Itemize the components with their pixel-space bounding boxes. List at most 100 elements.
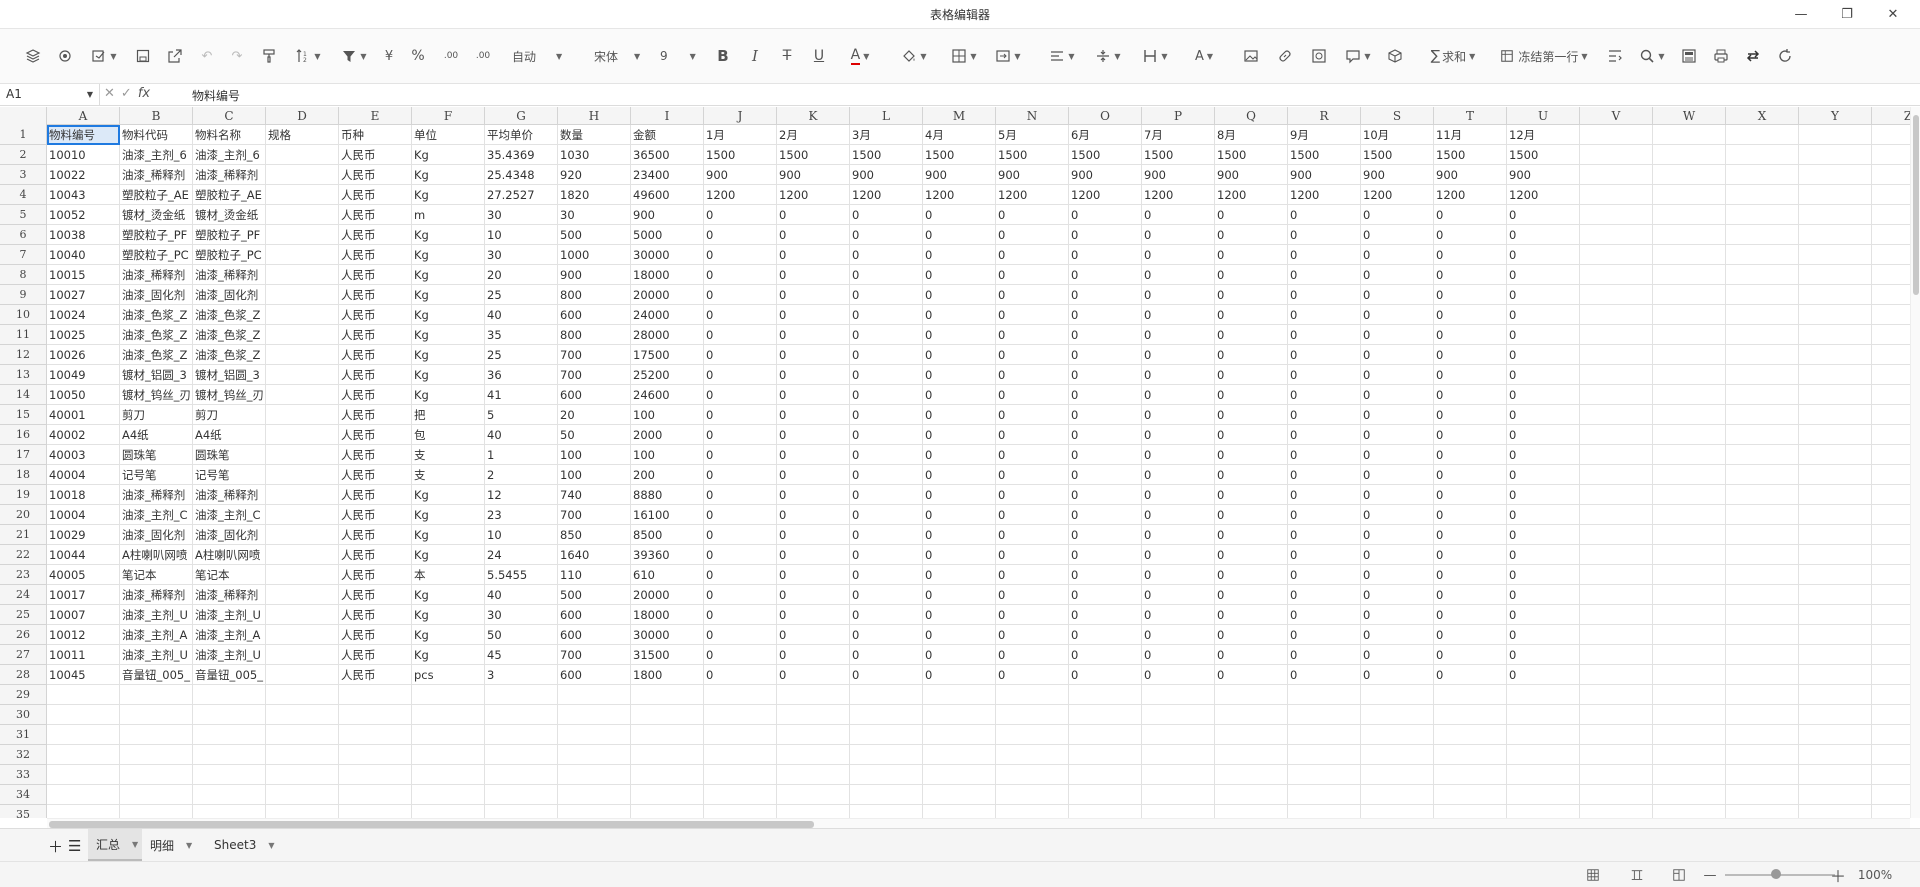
cell[interactable]: 0	[1361, 285, 1434, 305]
cell[interactable]	[1653, 165, 1726, 185]
cell[interactable]: 9月	[1288, 125, 1361, 145]
cell[interactable]	[704, 745, 777, 765]
cell[interactable]	[558, 685, 631, 705]
cell[interactable]: 0	[1507, 465, 1580, 485]
cell[interactable]: 30	[485, 205, 558, 225]
cell[interactable]: 0	[1288, 565, 1361, 585]
cell[interactable]: 500	[558, 585, 631, 605]
cell[interactable]	[996, 745, 1069, 765]
cell[interactable]	[1726, 165, 1799, 185]
cell[interactable]: 0	[850, 345, 923, 365]
cell[interactable]: 0	[1069, 285, 1142, 305]
cell[interactable]: 31500	[631, 645, 704, 665]
cell[interactable]: 0	[704, 485, 777, 505]
cell[interactable]: 0	[1507, 665, 1580, 685]
cell[interactable]: 0	[1142, 245, 1215, 265]
cell[interactable]: 23	[485, 505, 558, 525]
cell[interactable]: 1	[485, 445, 558, 465]
cell[interactable]	[1799, 705, 1872, 725]
cell[interactable]	[1726, 725, 1799, 745]
cell[interactable]: 0	[1215, 385, 1288, 405]
column-header[interactable]: T	[1434, 107, 1507, 125]
cell[interactable]	[1142, 785, 1215, 805]
cell[interactable]: 0	[923, 365, 996, 385]
cell[interactable]	[266, 585, 339, 605]
cell[interactable]	[1580, 265, 1653, 285]
cell[interactable]	[1726, 345, 1799, 365]
cell[interactable]	[339, 685, 412, 705]
cell[interactable]: 0	[1434, 545, 1507, 565]
cell[interactable]: 0	[923, 345, 996, 365]
cell[interactable]: 0	[1361, 245, 1434, 265]
cell[interactable]	[1288, 765, 1361, 785]
cell[interactable]	[850, 785, 923, 805]
cell[interactable]: 0	[1361, 505, 1434, 525]
cell[interactable]: 0	[704, 325, 777, 345]
cell[interactable]	[1288, 685, 1361, 705]
chevron-down-icon[interactable]: ▼	[132, 840, 138, 849]
row-header[interactable]: 1	[0, 125, 47, 145]
cell[interactable]: 700	[558, 505, 631, 525]
cell[interactable]: 49600	[631, 185, 704, 205]
cell[interactable]	[1726, 565, 1799, 585]
cell[interactable]: 610	[631, 565, 704, 585]
cell[interactable]: 0	[1142, 485, 1215, 505]
cell[interactable]: 0	[704, 425, 777, 445]
cell[interactable]: 人民币	[339, 445, 412, 465]
cell[interactable]	[1726, 305, 1799, 325]
cell[interactable]: 0	[1288, 465, 1361, 485]
cell[interactable]: 0	[777, 545, 850, 565]
cell[interactable]	[1799, 465, 1872, 485]
cell[interactable]: 包	[412, 425, 485, 445]
cell[interactable]	[1434, 725, 1507, 745]
cell[interactable]: 0	[1215, 525, 1288, 545]
cell[interactable]	[1799, 405, 1872, 425]
cell[interactable]: 0	[923, 465, 996, 485]
cell[interactable]	[1580, 645, 1653, 665]
cell[interactable]	[1434, 805, 1507, 818]
cell[interactable]: 镀材_铝圆_3	[193, 365, 266, 385]
cell[interactable]: 0	[1069, 525, 1142, 545]
cell[interactable]: 0	[1288, 485, 1361, 505]
cell[interactable]	[558, 765, 631, 785]
cell[interactable]	[266, 305, 339, 325]
cell[interactable]: 本	[412, 565, 485, 585]
cell[interactable]: 0	[1142, 345, 1215, 365]
cell[interactable]: 币种	[339, 125, 412, 145]
name-box[interactable]: A1 ▼	[0, 84, 100, 106]
cell[interactable]: 0	[1142, 265, 1215, 285]
cell[interactable]	[777, 785, 850, 805]
cell[interactable]: 人民币	[339, 145, 412, 165]
sheet-tab[interactable]: 明细 ▼	[142, 829, 206, 861]
cell[interactable]: 0	[1142, 465, 1215, 485]
cell[interactable]	[1799, 505, 1872, 525]
cell[interactable]: 700	[558, 645, 631, 665]
column-header[interactable]: X	[1726, 107, 1799, 125]
cell[interactable]: 0	[923, 545, 996, 565]
minimize-button[interactable]: —	[1778, 0, 1824, 29]
cell[interactable]: 人民币	[339, 465, 412, 485]
cell[interactable]	[1799, 745, 1872, 765]
cell[interactable]: 0	[1215, 665, 1288, 685]
cell[interactable]: 0	[1288, 505, 1361, 525]
cell[interactable]	[1361, 705, 1434, 725]
cell[interactable]: 100	[558, 445, 631, 465]
cell[interactable]: 0	[1507, 245, 1580, 265]
cell[interactable]	[1069, 745, 1142, 765]
cell[interactable]: 0	[1215, 625, 1288, 645]
cell[interactable]: 0	[996, 585, 1069, 605]
cell[interactable]	[1580, 385, 1653, 405]
cell[interactable]: 油漆_色浆_Z	[120, 325, 193, 345]
cell[interactable]: 3月	[850, 125, 923, 145]
cell[interactable]: 0	[996, 245, 1069, 265]
cell[interactable]: 油漆_固化剂	[193, 285, 266, 305]
cell[interactable]	[777, 685, 850, 705]
cell[interactable]	[1580, 545, 1653, 565]
cell[interactable]	[1434, 765, 1507, 785]
cell[interactable]: 0	[777, 225, 850, 245]
column-header[interactable]: V	[1580, 107, 1653, 125]
cell[interactable]	[850, 765, 923, 785]
cell[interactable]	[1580, 325, 1653, 345]
cell[interactable]	[1653, 545, 1726, 565]
cell[interactable]: 600	[558, 305, 631, 325]
